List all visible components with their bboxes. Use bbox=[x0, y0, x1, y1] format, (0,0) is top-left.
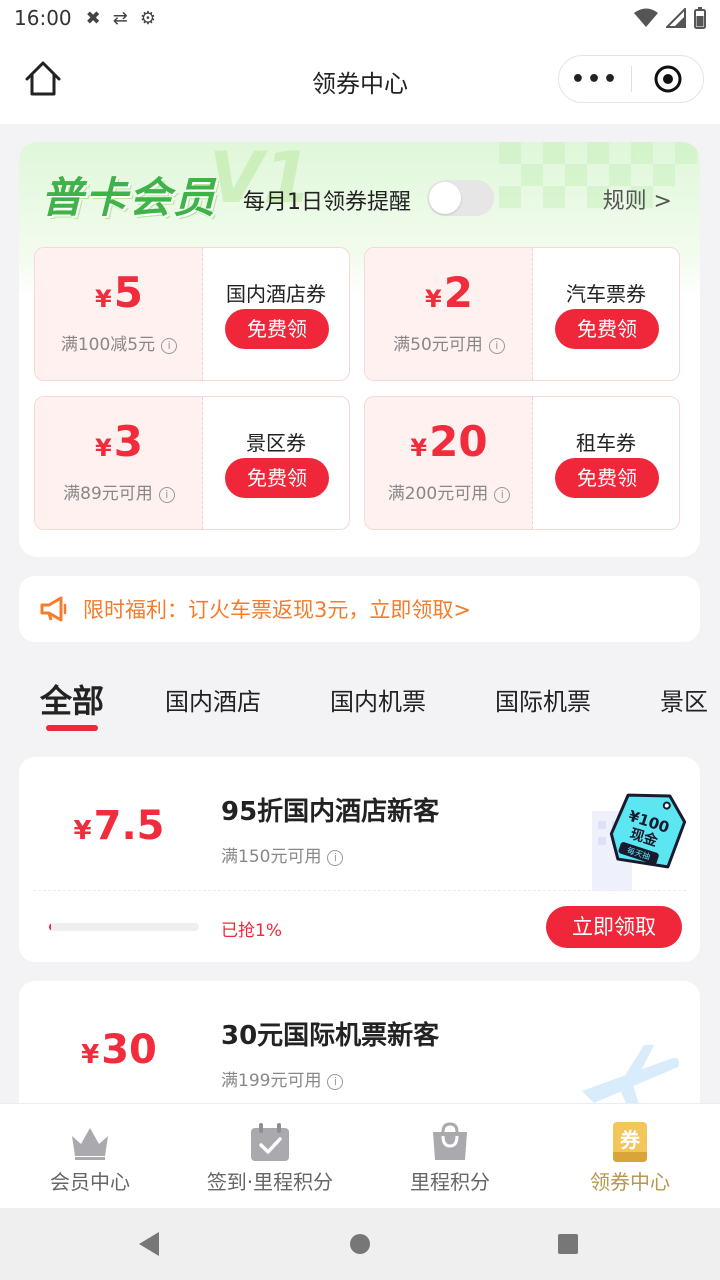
toggle-knob bbox=[429, 182, 461, 214]
tab-member-center[interactable]: 会员中心 bbox=[0, 1104, 180, 1209]
back-triangle-icon[interactable] bbox=[137, 1231, 161, 1257]
info-icon[interactable]: i bbox=[161, 338, 178, 354]
coupon-icon-text: 券 bbox=[619, 1128, 641, 1152]
info-icon[interactable]: i bbox=[494, 487, 511, 503]
battery-icon bbox=[694, 7, 706, 29]
coupon-item: ¥3 满89元可用 i 景区券 免费领 bbox=[34, 396, 350, 530]
promo-text: 限时福利：订火车票返现3元，立即领取> bbox=[83, 598, 471, 622]
tab-checkin-points[interactable]: 签到·里程积分 bbox=[180, 1104, 360, 1209]
claimed-percent: 已抢1% bbox=[221, 921, 282, 941]
member-coupon-card: V1 普卡会员 每月1日领券提醒 规则 > ¥5 满100减5元 i 国内酒店券 … bbox=[19, 142, 700, 557]
claim-free-button[interactable]: 免费领 bbox=[555, 458, 659, 498]
claim-free-button[interactable]: 免费领 bbox=[225, 458, 329, 498]
nav-bar: 领券中心 ••• bbox=[0, 36, 720, 124]
tab-label: 会员中心 bbox=[50, 1170, 130, 1194]
tab-label: 里程积分 bbox=[410, 1170, 490, 1194]
claim-free-button[interactable]: 免费领 bbox=[555, 309, 659, 349]
coupon-icon: 券 bbox=[613, 1122, 647, 1162]
tab-scenic[interactable]: 景区 bbox=[660, 682, 708, 717]
member-tier-logo: 普卡会员 bbox=[41, 173, 218, 222]
target-icon bbox=[654, 65, 681, 93]
coupon-item: ¥5 满100减5元 i 国内酒店券 免费领 bbox=[34, 247, 350, 381]
claim-free-button[interactable]: 免费领 bbox=[225, 309, 329, 349]
coupon-name: 国内酒店券 bbox=[226, 282, 326, 306]
coupon-title: 30元国际机票新客 bbox=[221, 1021, 440, 1051]
info-icon[interactable]: i bbox=[327, 850, 344, 866]
category-tabs: 全部 国内酒店 国内机票 国际机票 景区 bbox=[0, 668, 720, 738]
coupon-list-card: ¥7.5 95折国内酒店新客 满150元可用 i ¥100 现金 每天抽 已抢1%… bbox=[19, 757, 700, 962]
info-icon[interactable]: i bbox=[488, 338, 505, 354]
calendar-check-icon bbox=[251, 1123, 289, 1161]
coupon-condition: 满50元可用 i bbox=[365, 330, 533, 355]
progress-fill bbox=[49, 923, 52, 931]
wifi-icon bbox=[634, 8, 658, 27]
coupon-list-card: ¥30 30元国际机票新客 满199元可用 i bbox=[19, 981, 700, 1121]
promo-banner[interactable]: 限时福利：订火车票返现3元，立即领取> bbox=[19, 576, 700, 642]
cash-badge-illustration: ¥100 现金 每天抽 bbox=[592, 793, 687, 891]
coupon-name: 租车券 bbox=[576, 431, 636, 455]
coupon-amount: ¥3 bbox=[95, 417, 143, 466]
coupon-amount: ¥20 bbox=[410, 417, 488, 466]
coupon-condition: 满100减5元 i bbox=[35, 330, 203, 355]
tab-all[interactable]: 全部 bbox=[40, 676, 104, 722]
coupon-condition: 满89元可用 i bbox=[35, 479, 203, 504]
system-navigation-bar bbox=[0, 1208, 720, 1280]
active-tab-indicator bbox=[46, 725, 98, 731]
signal-icon bbox=[666, 8, 686, 28]
coupon-item: ¥20 满200元可用 i 租车券 免费领 bbox=[364, 396, 680, 530]
coupon-name: 景区券 bbox=[246, 431, 306, 455]
coupon-condition: 满200元可用 i bbox=[365, 479, 533, 504]
data-saver-icon: ⇄ bbox=[112, 7, 128, 29]
megaphone-icon bbox=[40, 596, 67, 622]
status-time: 16:00 bbox=[14, 6, 72, 30]
coupon-amount: ¥2 bbox=[425, 268, 473, 317]
info-icon[interactable]: i bbox=[158, 487, 175, 503]
coupon-amount: ¥30 bbox=[81, 1027, 157, 1073]
claim-progress-bar bbox=[49, 923, 199, 931]
coupon-name: 汽车票券 bbox=[566, 282, 646, 306]
coupon-amount: ¥7.5 bbox=[73, 803, 165, 849]
settings-gear-icon: ⚙ bbox=[139, 7, 156, 29]
home-circle-icon[interactable] bbox=[349, 1233, 371, 1255]
coupon-amount: ¥5 bbox=[95, 268, 143, 317]
info-icon[interactable]: i bbox=[327, 1074, 344, 1090]
notification-icon: ✖ bbox=[85, 7, 101, 29]
more-menu-button[interactable]: ••• bbox=[559, 67, 631, 92]
tab-label: 签到·里程积分 bbox=[206, 1170, 334, 1194]
crown-icon bbox=[72, 1128, 108, 1160]
card-divider bbox=[33, 890, 686, 891]
coupon-condition: 满199元可用 i bbox=[221, 1066, 344, 1091]
claim-now-button[interactable]: 立即领取 bbox=[546, 906, 682, 948]
status-bar: 16:00 ✖ ⇄ ⚙ bbox=[0, 0, 720, 36]
tab-mileage-points[interactable]: 里程积分 bbox=[360, 1104, 540, 1209]
tab-coupon-center[interactable]: 券 领券中心 bbox=[540, 1104, 720, 1209]
tab-domestic-hotel[interactable]: 国内酒店 bbox=[165, 682, 261, 717]
close-mini-program-button[interactable] bbox=[632, 65, 703, 93]
shopping-bag-icon bbox=[433, 1122, 467, 1160]
coupon-title: 95折国内酒店新客 bbox=[221, 797, 440, 827]
reminder-label: 每月1日领券提醒 bbox=[243, 190, 411, 215]
reminder-toggle[interactable] bbox=[427, 180, 494, 216]
rules-link[interactable]: 规则 > bbox=[603, 183, 672, 215]
tab-international-flight[interactable]: 国际机票 bbox=[495, 682, 591, 717]
mini-program-capsule: ••• bbox=[558, 55, 704, 103]
bottom-tab-bar: 会员中心 签到·里程积分 里程积分 券 领券中心 bbox=[0, 1103, 720, 1208]
tab-label: 领券中心 bbox=[590, 1170, 670, 1194]
recents-square-icon[interactable] bbox=[557, 1233, 579, 1255]
coupon-condition: 满150元可用 i bbox=[221, 842, 344, 867]
tab-domestic-flight[interactable]: 国内机票 bbox=[330, 682, 426, 717]
coupon-item: ¥2 满50元可用 i 汽车票券 免费领 bbox=[364, 247, 680, 381]
